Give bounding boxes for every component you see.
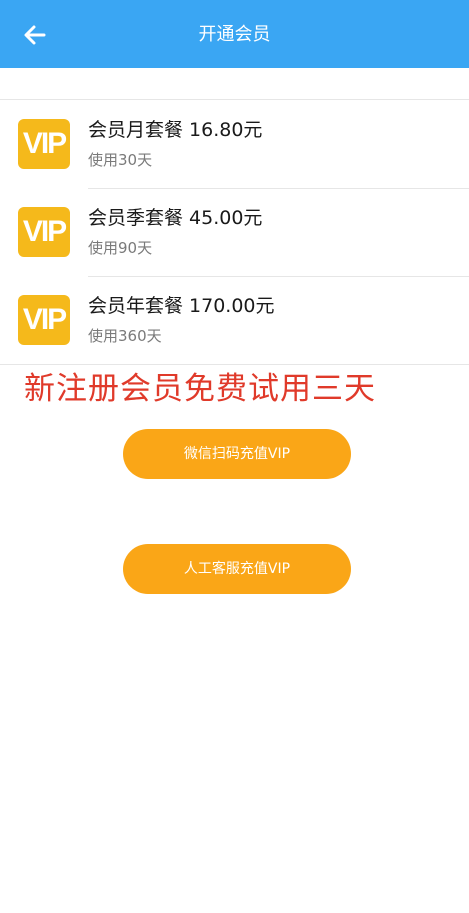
plan-item-monthly[interactable]: VIP 会员月套餐 16.80元 使用30天	[0, 100, 469, 188]
plan-duration: 使用360天	[88, 327, 162, 345]
plan-duration: 使用90天	[88, 239, 153, 257]
promo-text: 新注册会员免费试用三天	[24, 371, 376, 407]
page-title: 开通会员	[198, 24, 271, 45]
plan-title: 会员年套餐 170.00元	[88, 295, 275, 317]
vip-badge-icon: VIP	[18, 119, 70, 169]
plan-title: 会员月套餐 16.80元	[88, 119, 263, 141]
plan-duration: 使用30天	[88, 151, 153, 169]
header-spacer	[0, 68, 469, 99]
vip-badge-icon: VIP	[18, 207, 70, 257]
wechat-recharge-button[interactable]: 微信扫码充值VIP	[123, 429, 351, 479]
vip-badge-icon: VIP	[18, 295, 70, 345]
manual-recharge-button[interactable]: 人工客服充值VIP	[123, 544, 351, 594]
top-bar: 开通会员	[0, 0, 469, 68]
plan-item-quarterly[interactable]: VIP 会员季套餐 45.00元 使用90天	[0, 188, 469, 276]
plan-list: VIP 会员月套餐 16.80元 使用30天 VIP 会员季套餐 45.00元 …	[0, 99, 469, 365]
plan-item-yearly[interactable]: VIP 会员年套餐 170.00元 使用360天	[0, 276, 469, 364]
plan-title: 会员季套餐 45.00元	[88, 207, 263, 229]
